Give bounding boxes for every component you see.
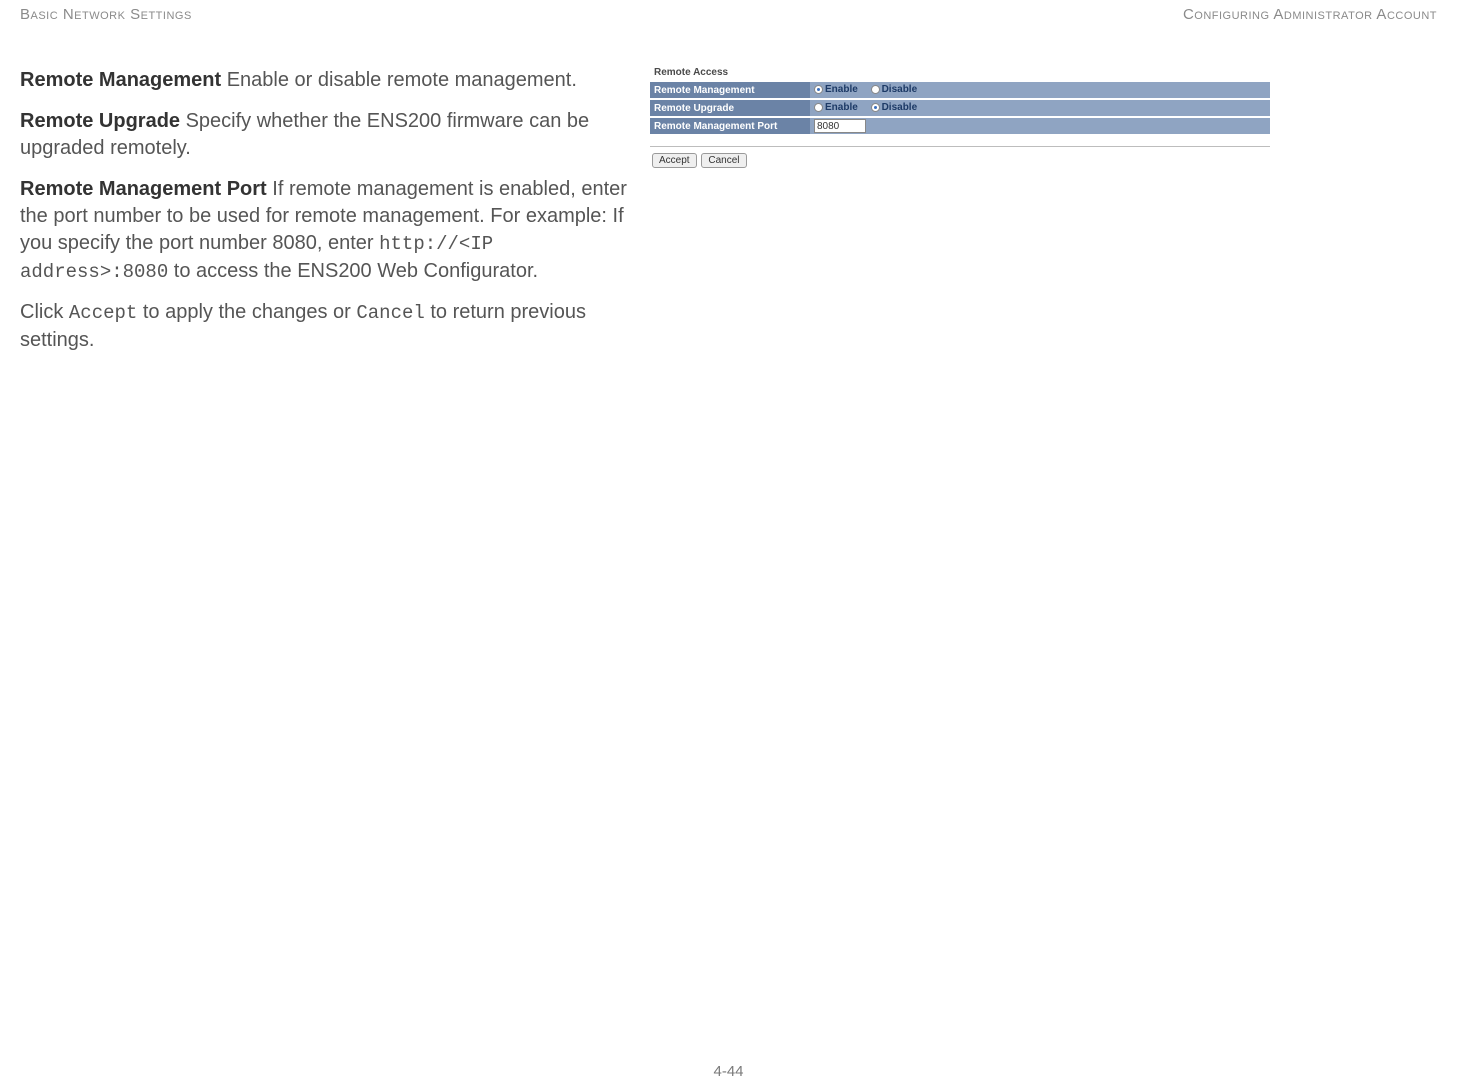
cancel-button[interactable]: Cancel [701, 153, 746, 168]
label-remote-management-port: Remote Management Port [650, 118, 810, 134]
desc-click-line: Click Accept to apply the changes or Can… [20, 299, 636, 354]
term-remote-management: Remote Management [20, 69, 221, 91]
radio-rm-enable-icon[interactable] [814, 85, 823, 94]
radio-ru-enable-label: Enable [825, 102, 858, 113]
header-right: Configuring Administrator Account [1183, 6, 1437, 23]
label-remote-management: Remote Management [650, 82, 810, 98]
click-mid: to apply the changes or [137, 301, 356, 323]
header-left: Basic Network Settings [20, 6, 192, 23]
row-remote-upgrade: Remote Upgrade Enable Disable [650, 100, 1270, 116]
row-remote-management: Remote Management Enable Disable [650, 82, 1270, 98]
text-remote-management: Enable or disable remote management. [221, 69, 577, 91]
text-rmp-after: to access the ENS200 Web Configurator. [168, 260, 538, 282]
page-header: Basic Network Settings Configuring Admin… [0, 0, 1457, 27]
desc-remote-upgrade: Remote Upgrade Specify whether the ENS20… [20, 108, 636, 162]
term-remote-management-port: Remote Management Port [20, 178, 267, 200]
port-input[interactable] [814, 119, 866, 133]
click-cancel: Cancel [356, 302, 424, 324]
term-remote-upgrade: Remote Upgrade [20, 110, 180, 132]
config-panel: Remote Access Remote Management Enable D… [650, 67, 1270, 368]
main-content: Remote Management Enable or disable remo… [0, 27, 1457, 368]
page-number: 4-44 [0, 1063, 1457, 1080]
radio-ru-enable-icon[interactable] [814, 103, 823, 112]
settings-table: Remote Management Enable Disable Remote … [650, 80, 1270, 136]
click-pre: Click [20, 301, 69, 323]
value-remote-upgrade: Enable Disable [810, 100, 1270, 116]
divider [650, 146, 1270, 147]
radio-rm-disable-label: Disable [882, 84, 918, 95]
button-row: Accept Cancel [650, 153, 1270, 168]
panel-title: Remote Access [650, 67, 1270, 80]
radio-ru-disable-icon[interactable] [871, 103, 880, 112]
radio-rm-enable-label: Enable [825, 84, 858, 95]
label-remote-upgrade: Remote Upgrade [650, 100, 810, 116]
description-column: Remote Management Enable or disable remo… [20, 67, 636, 368]
desc-remote-management: Remote Management Enable or disable remo… [20, 67, 636, 94]
radio-rm-disable-icon[interactable] [871, 85, 880, 94]
click-accept: Accept [69, 302, 137, 324]
row-remote-management-port: Remote Management Port [650, 118, 1270, 134]
value-remote-management-port [810, 118, 1270, 134]
accept-button[interactable]: Accept [652, 153, 697, 168]
value-remote-management: Enable Disable [810, 82, 1270, 98]
radio-ru-disable-label: Disable [882, 102, 918, 113]
desc-remote-management-port: Remote Management Port If remote managem… [20, 176, 636, 285]
